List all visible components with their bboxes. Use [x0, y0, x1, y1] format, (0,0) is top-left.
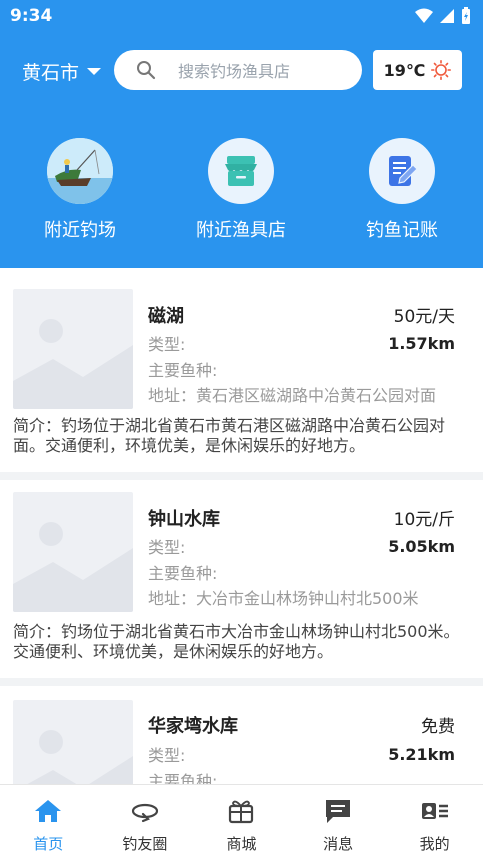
status-time: 9:34 [10, 6, 53, 26]
chevron-down-icon [87, 68, 102, 75]
spot-intro: 简介：钓场位于湖北省黄石市大冶市金山林场钟山村北500米。交通便利、环境优美，是… [13, 622, 460, 661]
status-bar: 9:34 [0, 0, 483, 34]
message-icon [326, 800, 351, 823]
spot-price: 50元/天 [393, 307, 455, 327]
quick-nearby-fishing-spots[interactable]: 附近钓场 [10, 138, 150, 242]
image-placeholder-icon [13, 492, 133, 612]
spot-price: 10元/斤 [393, 510, 455, 530]
spot-distance: 1.57km [388, 334, 455, 353]
header: 9:34 黄石市 搜索钓场渔具店 19℃ 附近钓场 附近渔具店 钓鱼记账 [0, 0, 483, 268]
tab-fishing-circle[interactable]: 钓友圈 [97, 785, 194, 859]
spot-address: 地址：大冶市金山林场钟山村北500米 [148, 589, 419, 608]
spot-intro: 简介：钓场位于湖北省黄石市黄石港区磁湖路中冶黄石公园对面。交通便利，环境优美，是… [13, 416, 446, 455]
spot-price: 免费 [421, 717, 455, 737]
profile-icon [421, 803, 448, 819]
quick-nearby-tackle-shops[interactable]: 附近渔具店 [171, 138, 311, 242]
spot-fish-species: 主要鱼种: [148, 564, 218, 583]
home-icon [35, 800, 62, 822]
weather-temp: 19℃ [383, 60, 426, 80]
weather-widget[interactable]: 19℃ [373, 50, 462, 90]
tab-label: 消息 [323, 835, 354, 853]
tab-label: 钓友圈 [122, 835, 168, 853]
search-icon [137, 61, 156, 80]
spot-name: 磁湖 [148, 306, 184, 327]
fishing-circle-icon [131, 803, 158, 823]
quick-label: 钓鱼记账 [366, 220, 438, 241]
tab-profile[interactable]: 我的 [386, 785, 483, 859]
city-label: 黄石市 [22, 62, 80, 84]
spot-address: 地址：黄石港区磁湖路中冶黄石公园对面 [148, 386, 437, 405]
spot-fish-species: 主要鱼种: [148, 772, 218, 784]
spot-fish-species: 主要鱼种: [148, 361, 218, 380]
spot-distance: 5.05km [388, 537, 455, 556]
divider [0, 472, 483, 480]
image-placeholder-icon [13, 700, 133, 784]
list-item[interactable]: 华家塆水库 免费 类型: 5.21km 主要鱼种: [0, 686, 483, 784]
wifi-icon [415, 8, 433, 23]
list-item[interactable]: 钟山水库 10元/斤 类型: 5.05km 主要鱼种: 地址：大冶市金山林场钟山… [0, 480, 483, 678]
gift-shop-icon [229, 800, 254, 824]
search-placeholder: 搜索钓场渔具店 [178, 62, 291, 81]
list-item[interactable]: 磁湖 50元/天 类型: 1.57km 主要鱼种: 地址：黄石港区磁湖路中冶黄石… [0, 268, 483, 472]
shop-icon [208, 138, 274, 204]
spot-name: 钟山水库 [148, 509, 220, 530]
city-selector[interactable]: 黄石市 [22, 58, 102, 85]
divider [0, 678, 483, 686]
tab-label: 我的 [419, 835, 450, 853]
search-bar[interactable]: 搜索钓场渔具店 [114, 50, 362, 90]
tab-label: 首页 [33, 835, 64, 853]
quick-label: 附近渔具店 [196, 220, 286, 241]
image-placeholder-icon [13, 289, 133, 409]
signal-icon [440, 9, 454, 23]
tab-home[interactable]: 首页 [0, 785, 97, 859]
spot-distance: 5.21km [388, 745, 455, 764]
bottom-navigation: 首页 钓友圈 商城 消息 我的 [0, 784, 483, 859]
tab-shop[interactable]: 商城 [193, 785, 290, 859]
spot-name: 华家塆水库 [148, 716, 238, 737]
quick-label: 附近钓场 [44, 220, 116, 241]
quick-fishing-log[interactable]: 钓鱼记账 [332, 138, 472, 242]
sun-icon [431, 60, 452, 80]
tab-label: 商城 [226, 835, 257, 853]
fishing-spot-list[interactable]: 磁湖 50元/天 类型: 1.57km 主要鱼种: 地址：黄石港区磁湖路中冶黄石… [0, 268, 483, 784]
battery-icon [462, 7, 470, 24]
tab-messages[interactable]: 消息 [290, 785, 387, 859]
status-icons [415, 7, 471, 25]
notebook-edit-icon [369, 138, 435, 204]
fishing-boat-icon [47, 138, 113, 204]
